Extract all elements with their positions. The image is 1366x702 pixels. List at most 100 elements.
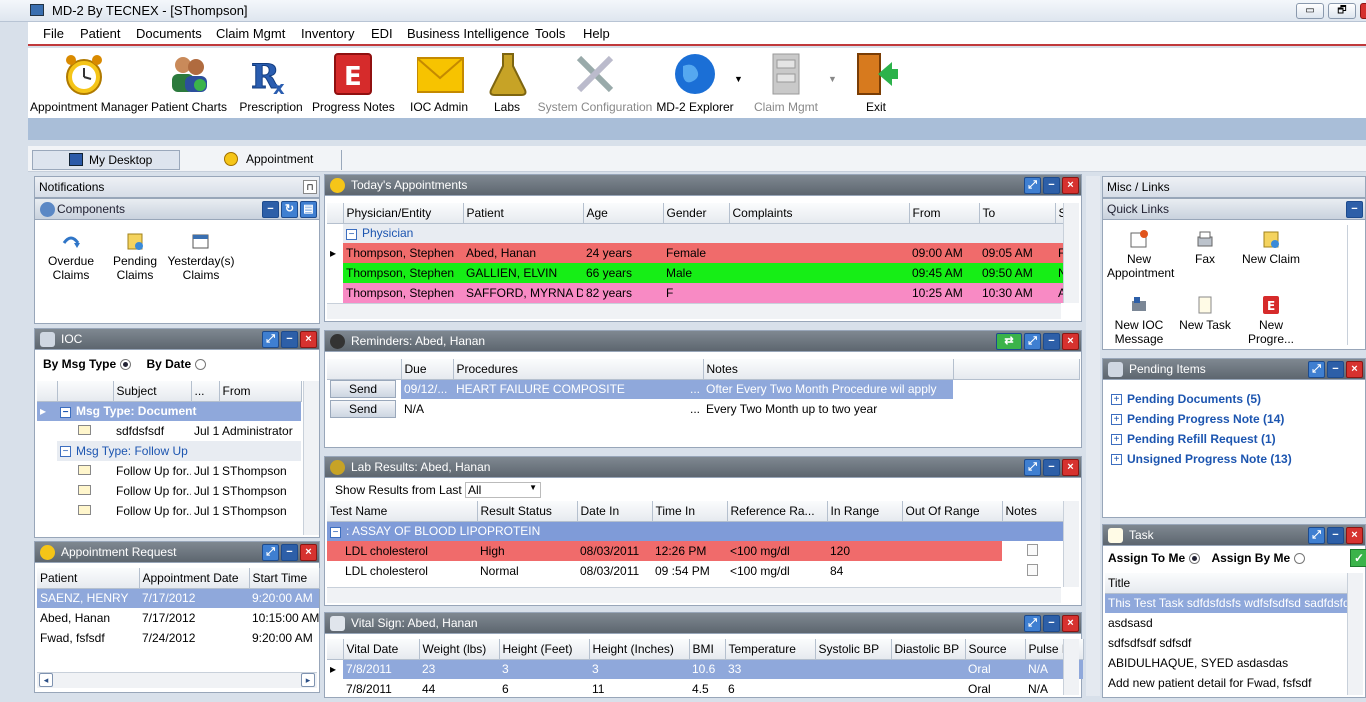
close-icon[interactable]: ×: [300, 331, 317, 348]
maximize-icon[interactable]: ⤢: [1024, 177, 1041, 194]
menu-tools[interactable]: Tools: [535, 26, 565, 41]
fax-link[interactable]: Fax: [1173, 229, 1237, 266]
col-date-in[interactable]: Date In: [577, 501, 653, 522]
col-notes[interactable]: Notes: [703, 359, 954, 380]
appointments-vscroll[interactable]: [1063, 203, 1079, 303]
yesterdays-claims-link[interactable]: Yesterday(s) Claims: [163, 231, 239, 282]
minimize-icon[interactable]: −: [1346, 201, 1363, 218]
col-from[interactable]: From: [909, 203, 980, 224]
vitals-vscroll[interactable]: [1063, 639, 1079, 695]
col-diastolic[interactable]: Diastolic BP: [891, 639, 966, 660]
vital-row[interactable]: ▸ 7/8/2011 23 3 3 10.6 33 Oral N/A: [327, 659, 1083, 679]
menu-documents[interactable]: Documents: [136, 26, 202, 41]
reminder-row[interactable]: Send N/A ... Every Two Month up to two y…: [327, 399, 1079, 419]
col-physician[interactable]: Physician/Entity: [343, 203, 464, 224]
maximize-icon[interactable]: ⤢: [1024, 459, 1041, 476]
appointment-manager-button[interactable]: Appointment Manager: [30, 52, 148, 114]
save-icon[interactable]: ▤: [300, 201, 317, 218]
pin-icon[interactable]: ⊓: [303, 180, 317, 194]
new-appointment-link[interactable]: New Appointment: [1107, 229, 1174, 280]
refresh-icon[interactable]: ↻: [281, 201, 298, 218]
col-height-feet[interactable]: Height (Feet): [499, 639, 590, 660]
col-age[interactable]: Age: [583, 203, 664, 224]
pending-refill-request-item[interactable]: + Pending Refill Request (1): [1111, 429, 1292, 449]
system-configuration-button[interactable]: System Configuration: [534, 52, 656, 114]
col-weight[interactable]: Weight (lbs): [419, 639, 500, 660]
menu-claim-mgmt[interactable]: Claim Mgmt: [216, 26, 285, 41]
minimize-icon[interactable]: −: [1043, 459, 1060, 476]
close-icon[interactable]: ×: [1062, 459, 1079, 476]
col-from[interactable]: From: [219, 381, 302, 402]
appointment-row[interactable]: Thompson, Stephen GALLIEN, ELVIN 66 years M…: [327, 263, 1063, 283]
ioc-group-follow-up[interactable]: − Msg Type: Follow Up: [37, 441, 301, 461]
appointment-row[interactable]: ▸ Thompson, Stephen Abed, Hanan 24 years Fem…: [327, 243, 1063, 263]
show-results-select[interactable]: All ▼: [465, 482, 541, 498]
menu-patient[interactable]: Patient: [80, 26, 120, 41]
col-gender[interactable]: Gender: [663, 203, 730, 224]
labs-button[interactable]: Labs: [486, 52, 528, 114]
vital-row[interactable]: 7/8/2011 44 6 11 4.5 6 Oral N/A: [327, 679, 1083, 699]
explorer-dropdown-icon[interactable]: ▼: [734, 74, 743, 84]
appointments-hscroll[interactable]: [327, 303, 1061, 319]
appointment-row[interactable]: Thompson, Stephen SAFFORD, MYRNA D 82 year…: [327, 283, 1063, 303]
maximize-icon[interactable]: ⤢: [1024, 615, 1041, 632]
menu-help[interactable]: Help: [583, 26, 610, 41]
col-patient[interactable]: Patient: [463, 203, 584, 224]
new-claim-link[interactable]: New Claim: [1239, 229, 1303, 266]
assign-by-me-radio[interactable]: [1294, 553, 1306, 565]
minimize-icon[interactable]: −: [1043, 333, 1060, 350]
close-icon[interactable]: ×: [1062, 615, 1079, 632]
col-status[interactable]: S: [1055, 203, 1064, 224]
maximize-icon[interactable]: ⤢: [262, 544, 279, 561]
labs-vscroll[interactable]: [1063, 501, 1079, 587]
minimize-icon[interactable]: −: [262, 201, 279, 218]
task-vscroll[interactable]: [1347, 573, 1363, 695]
tab-appointment[interactable]: Appointment: [218, 150, 342, 170]
col-temperature[interactable]: Temperature: [725, 639, 816, 660]
lab-group-row[interactable]: −: ASSAY OF BLOOD LIPOPROTEIN: [327, 521, 1063, 541]
menu-inventory[interactable]: Inventory: [301, 26, 354, 41]
by-msg-type-radio[interactable]: [120, 359, 132, 371]
appointment-request-hscroll[interactable]: ◂ ▸: [37, 672, 317, 688]
restore-button[interactable]: 🗗: [1328, 3, 1356, 19]
col-result-status[interactable]: Result Status: [477, 501, 578, 522]
pending-documents-item[interactable]: + Pending Documents (5): [1111, 389, 1292, 409]
task-row[interactable]: This Test Task sdfdsfdsfs wdfsfsdfsd sad…: [1105, 593, 1351, 613]
minimize-icon[interactable]: −: [281, 544, 298, 561]
col-bmi[interactable]: BMI: [689, 639, 726, 660]
col-reference-range[interactable]: Reference Ra...: [727, 501, 828, 522]
col-notes[interactable]: Notes: [1002, 501, 1064, 522]
close-window-button[interactable]: [1360, 3, 1366, 19]
menu-business-intelligence[interactable]: Business Intelligence: [407, 26, 529, 41]
unsigned-progress-note-item[interactable]: + Unsigned Progress Note (13): [1111, 449, 1292, 469]
new-ioc-message-link[interactable]: New IOC Message: [1107, 295, 1171, 346]
new-task-link[interactable]: New Task: [1173, 295, 1237, 332]
task-row[interactable]: asdsasd: [1105, 613, 1351, 633]
col-start-time[interactable]: Start Time: [249, 568, 320, 589]
col-vital-date[interactable]: Vital Date: [343, 639, 420, 660]
task-row[interactable]: Add new patient detail for Fwad, fsfsdf: [1105, 673, 1351, 693]
prescription-button[interactable]: Rx Prescription: [236, 52, 306, 115]
reminder-row[interactable]: Send 09/12/... HEART FAILURE COMPOSITE..…: [327, 379, 1079, 399]
exit-button[interactable]: Exit: [848, 52, 904, 114]
minimize-icon[interactable]: −: [281, 331, 298, 348]
col-to[interactable]: To: [979, 203, 1056, 224]
task-row[interactable]: ABIDULHAQUE, SYED asdasdas: [1105, 653, 1351, 673]
pending-claims-link[interactable]: Pending Claims: [103, 231, 167, 282]
ioc-scrollbar[interactable]: [303, 381, 319, 535]
ioc-row[interactable]: Follow Up for...Jul 1...SThompson: [37, 461, 301, 481]
col-subject[interactable]: Subject: [113, 381, 192, 402]
note-icon[interactable]: [1027, 563, 1038, 576]
assign-to-me-radio[interactable]: [1189, 553, 1201, 565]
col-out-of-range[interactable]: Out Of Range: [902, 501, 1003, 522]
send-button[interactable]: Send: [330, 400, 396, 418]
col-due[interactable]: Due: [401, 359, 454, 380]
col-systolic[interactable]: Systolic BP: [815, 639, 892, 660]
by-date-radio[interactable]: [195, 359, 207, 371]
task-row[interactable]: sdfsdfsdf sdfsdf: [1105, 633, 1351, 653]
minimize-icon[interactable]: −: [1327, 527, 1344, 544]
close-icon[interactable]: ×: [1062, 333, 1079, 350]
send-button[interactable]: Send: [330, 380, 396, 399]
ioc-admin-button[interactable]: IOC Admin: [406, 52, 472, 114]
col-title[interactable]: Title: [1105, 573, 1352, 594]
